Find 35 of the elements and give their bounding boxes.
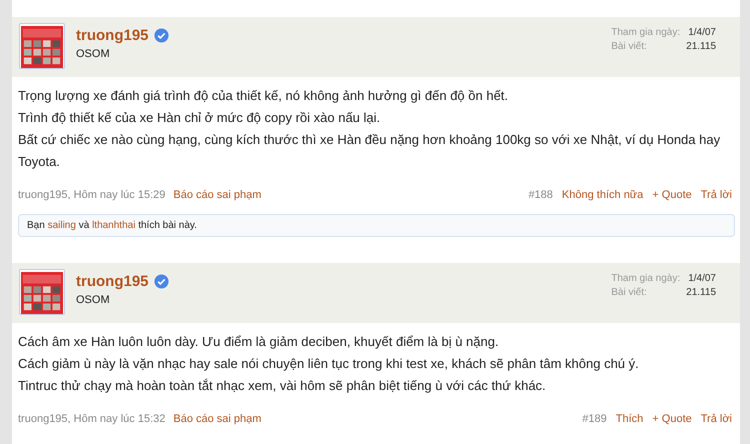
stat-value: 21.115	[686, 41, 716, 52]
stat-label: Bài viết:	[611, 287, 648, 298]
stat-label: Tham gia ngày:	[611, 27, 680, 38]
quote-link[interactable]: + Quote	[652, 413, 692, 425]
post-text: Bất cứ chiếc xe nào cùng hạng, cùng kích thước thì xe Hàn đều nặng hơn khoảng 100kg so với xe Nhật, ví dụ Honda hay Toyota.	[18, 131, 722, 171]
username-link[interactable]: truong195	[76, 27, 149, 44]
stat-value: 1/4/07	[687, 273, 716, 284]
post-text: Cách âm xe Hàn luôn luôn dày. Ưu điểm là giảm deciben, khuyết điểm là bị ù nặng.	[18, 333, 500, 351]
user-avatar[interactable]	[19, 23, 65, 69]
post-text: Trọng lượng xe đánh giá trình độ của thiết kế, nó không ảnh hưởng gì đến độ ồn hết.	[18, 87, 510, 105]
user-link[interactable]: sailing	[48, 220, 76, 231]
reply-link[interactable]: Trả lời	[700, 413, 732, 425]
post-byline: truong195, Hôm nay lúc 15:29	[18, 189, 166, 201]
like-link[interactable]: Không thích nữa	[562, 189, 644, 201]
report-link[interactable]: Báo cáo sai phạm	[173, 413, 262, 425]
post-text: Tintruc thử chạy mà hoàn toàn tắt nhạc xem, vài hôm sẽ phân biệt tiếng ù với các thứ khác.	[18, 377, 547, 395]
stat-value: 1/4/07	[687, 27, 716, 38]
username-link[interactable]: truong195	[76, 273, 149, 290]
post-byline: truong195, Hôm nay lúc 15:32	[18, 413, 166, 425]
user-title: OSOM	[76, 294, 110, 306]
user-link[interactable]: lthanhthai	[92, 220, 136, 231]
reply-link[interactable]: Trả lời	[700, 189, 732, 201]
user-title: OSOM	[76, 48, 110, 60]
stat-value: 21.115	[686, 287, 716, 298]
post-number[interactable]: #188	[528, 189, 553, 201]
post-text: Cách giảm ù này là vặn nhạc hay sale nói chuyện liên tục trong khi test xe, khách sẽ phân tâm không chú ý.	[18, 355, 640, 373]
report-link[interactable]: Báo cáo sai phạm	[173, 189, 262, 201]
post-text: Trình độ thiết kế của xe Hàn chỉ ở mức độ copy rồi xào nấu lại.	[18, 109, 382, 127]
user-avatar[interactable]	[19, 269, 65, 315]
post-number[interactable]: #189	[582, 413, 607, 425]
stat-label: Bài viết:	[611, 41, 648, 52]
like-link[interactable]: Thích	[616, 413, 644, 425]
stat-label: Tham gia ngày:	[611, 273, 680, 284]
quote-link[interactable]: + Quote	[652, 189, 692, 201]
likes-summary: Bạn sailing và lthanhthai thích bài này.	[27, 220, 197, 231]
